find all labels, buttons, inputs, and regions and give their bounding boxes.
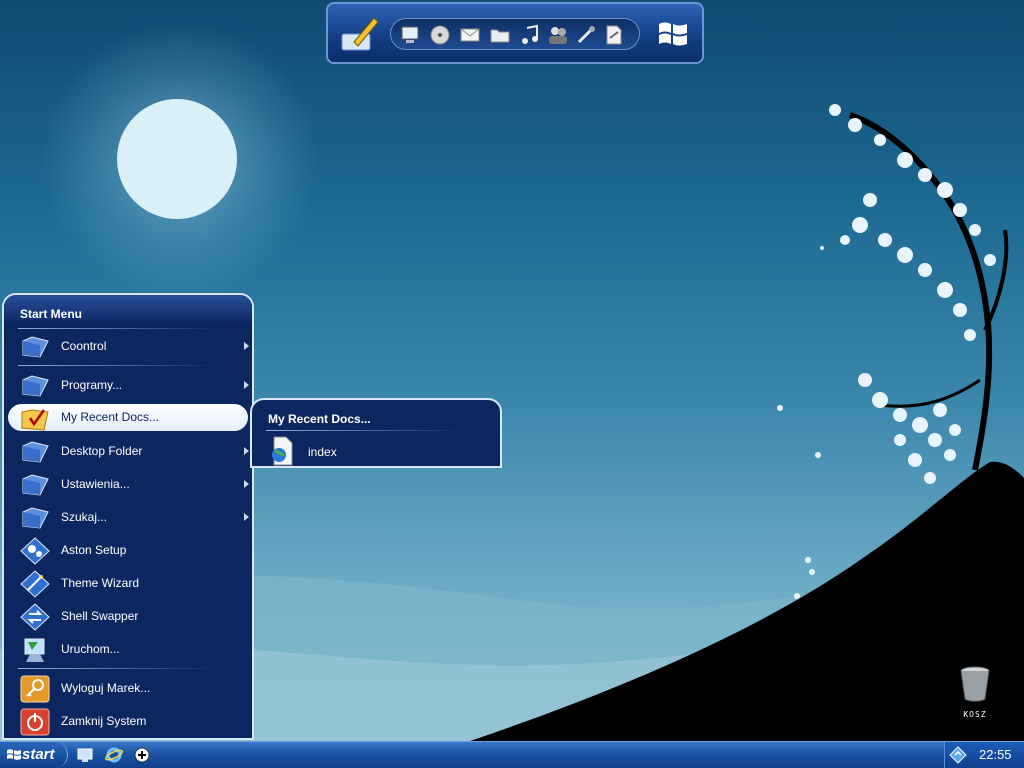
submenu-arrow xyxy=(244,513,249,521)
separator xyxy=(18,365,218,366)
start-menu-item-shell-swapper[interactable]: Shell Swapper xyxy=(8,601,248,631)
start-menu-item-wyloguj[interactable]: Wyloguj Marek... xyxy=(8,673,248,703)
users-icon[interactable] xyxy=(547,24,569,46)
folder-icon[interactable] xyxy=(489,24,511,46)
top-dock xyxy=(326,2,704,64)
start-menu-title: Start Menu xyxy=(20,307,83,321)
submenu-title: My Recent Docs... xyxy=(268,412,371,426)
mail-icon[interactable] xyxy=(459,24,481,46)
submenu-arrow xyxy=(244,480,249,488)
taskbar: start 22:55 xyxy=(0,741,1024,768)
folder-icon xyxy=(22,441,49,463)
start-menu-item-programy[interactable]: Programy... xyxy=(8,370,249,400)
start-menu-item-desktop-folder[interactable]: Desktop Folder xyxy=(8,436,249,466)
submenu-arrow xyxy=(244,381,249,389)
internet-explorer-icon[interactable] xyxy=(105,746,123,764)
aston-tray-icon[interactable] xyxy=(949,746,967,764)
desktop-icon[interactable] xyxy=(76,746,94,764)
run-icon xyxy=(24,638,45,662)
separator xyxy=(18,328,218,329)
submenu-arrow xyxy=(244,447,249,455)
start-menu-item-coontrol[interactable]: Coontrol xyxy=(8,331,249,361)
recent-docs-submenu: My Recent Docs... index xyxy=(250,398,502,468)
add-icon[interactable] xyxy=(133,746,151,764)
wizard-icon xyxy=(20,570,50,598)
start-menu: Start Menu Coontrol Programy... My Recen… xyxy=(2,293,254,740)
start-menu-item-szukaj[interactable]: Szukaj... xyxy=(8,502,249,532)
start-menu-item-theme-wizard[interactable]: Theme Wizard xyxy=(8,568,248,598)
music-icon[interactable] xyxy=(519,24,541,46)
clock: 22:55 xyxy=(979,747,1012,762)
separator xyxy=(266,430,466,431)
start-menu-item-aston-setup[interactable]: Aston Setup xyxy=(8,535,248,565)
folder-icon xyxy=(22,336,49,358)
folder-icon xyxy=(22,474,49,496)
start-menu-item-ustawienia[interactable]: Ustawienia... xyxy=(8,469,249,499)
html-document-icon xyxy=(272,436,293,466)
separator xyxy=(18,668,218,669)
gears-icon xyxy=(20,537,50,565)
start-menu-item-zamknij-system[interactable]: Zamknij System xyxy=(8,706,248,736)
start-button[interactable]: start xyxy=(0,742,68,768)
pencil-notepad-icon[interactable] xyxy=(336,12,382,58)
power-icon xyxy=(20,708,50,736)
recycle-bin[interactable]: KOSZ xyxy=(950,665,1000,721)
start-menu-item-my-recent-docs[interactable]: My Recent Docs... xyxy=(8,404,248,431)
tools-icon[interactable] xyxy=(575,24,597,46)
system-tray: 22:55 xyxy=(944,742,1024,768)
windows-flag-icon xyxy=(7,749,21,760)
computer-icon[interactable] xyxy=(399,24,421,46)
recycle-bin-label: KOSZ xyxy=(963,710,987,719)
swap-icon xyxy=(20,603,50,631)
windows-logo-icon[interactable] xyxy=(653,14,693,54)
submenu-arrow xyxy=(244,342,249,350)
document-icon[interactable] xyxy=(603,24,625,46)
cd-icon[interactable] xyxy=(429,24,451,46)
recent-docs-folder-icon xyxy=(21,409,49,431)
folder-icon xyxy=(22,507,49,529)
recycle-bin-icon xyxy=(960,666,990,702)
key-icon xyxy=(20,675,50,703)
start-menu-item-uruchom[interactable]: Uruchom... xyxy=(8,634,248,664)
folder-icon xyxy=(22,375,49,397)
recent-doc-item-index[interactable]: index xyxy=(264,436,494,466)
dock-launch-bar xyxy=(390,18,640,50)
start-label: start xyxy=(22,746,55,763)
